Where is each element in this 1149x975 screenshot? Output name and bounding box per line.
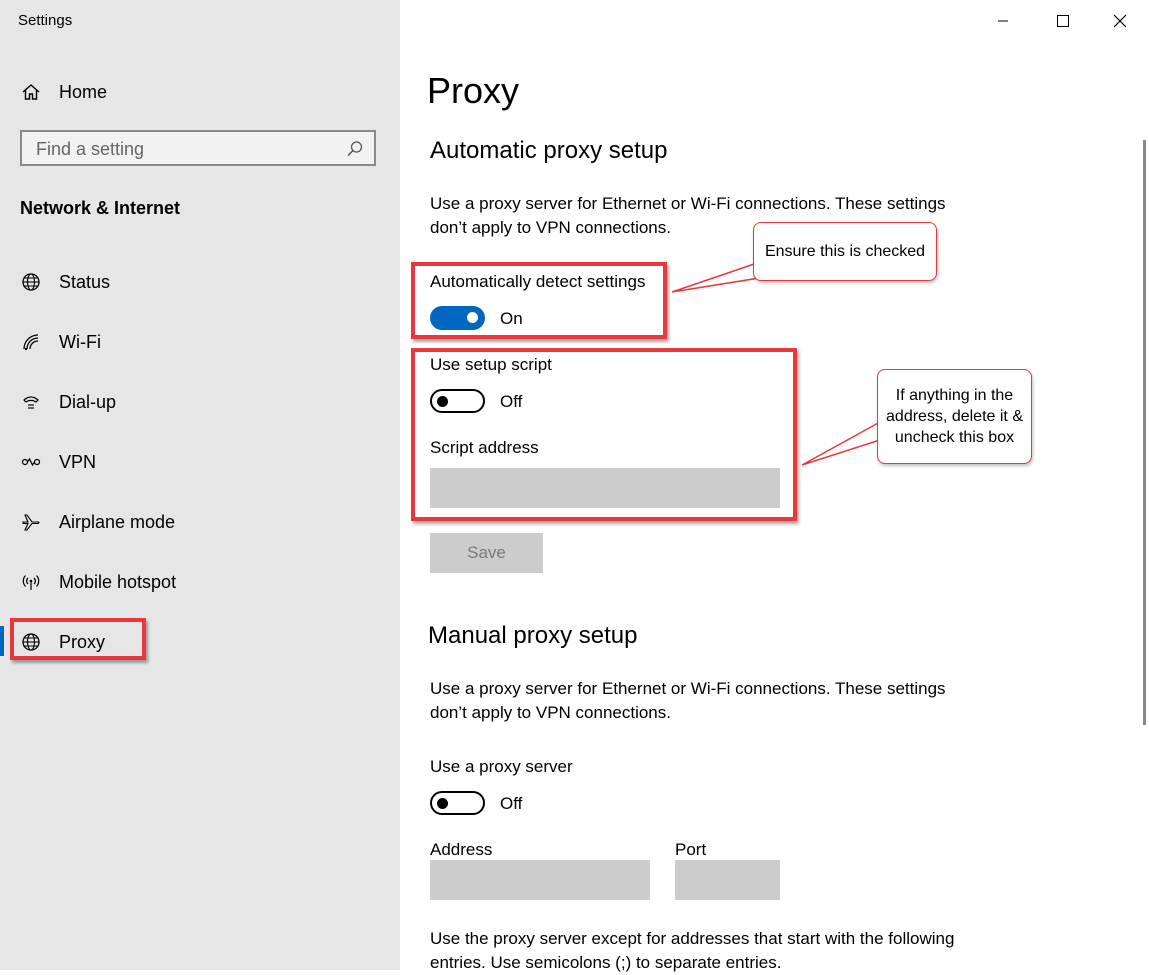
callout-2-pointer bbox=[801, 420, 881, 466]
callout-pointers bbox=[671, 261, 881, 466]
callout-ensure-checked: Ensure this is checked bbox=[753, 222, 937, 281]
callout-delete-address: If anything in the address, delete it & … bbox=[877, 369, 1032, 464]
